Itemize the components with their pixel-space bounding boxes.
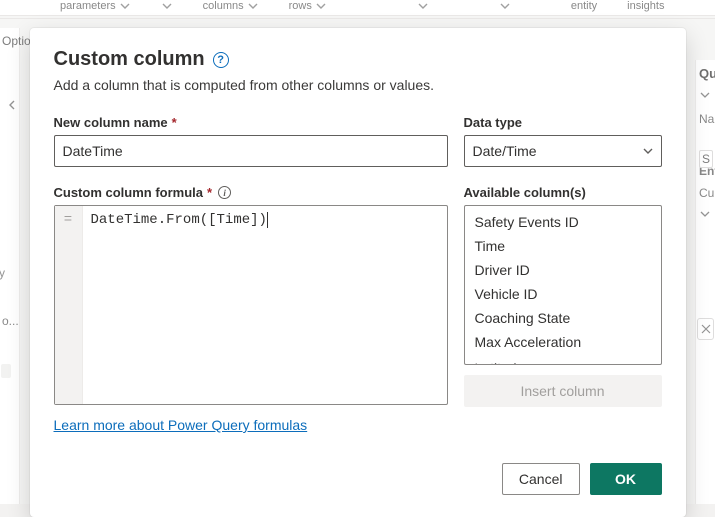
list-item[interactable]: Coaching State — [465, 306, 661, 330]
list-item[interactable]: Latitude — [465, 356, 661, 365]
insert-column-button: Insert column — [464, 375, 662, 407]
info-icon[interactable]: i — [218, 186, 231, 199]
dialog-description: Add a column that is computed from other… — [54, 77, 662, 93]
list-item[interactable]: Max Acceleration — [465, 330, 661, 354]
list-item[interactable]: Time — [465, 234, 661, 258]
column-name-input[interactable] — [54, 135, 448, 167]
dialog-title: Custom column — [54, 48, 205, 71]
available-columns-list[interactable]: Safety Events ID Time Driver ID Vehicle … — [464, 205, 662, 365]
help-icon[interactable]: ? — [213, 52, 229, 68]
editor-gutter: = — [55, 206, 83, 404]
list-item[interactable]: Driver ID — [465, 258, 661, 282]
list-item[interactable]: Safety Events ID — [465, 210, 661, 234]
learn-more-link[interactable]: Learn more about Power Query formulas — [54, 417, 308, 433]
data-type-label: Data type — [464, 115, 662, 130]
custom-column-dialog: Custom column ? Add a column that is com… — [30, 28, 686, 517]
available-columns-label: Available column(s) — [464, 185, 662, 200]
cancel-button[interactable]: Cancel — [502, 463, 580, 495]
data-type-select[interactable]: Date/Time — [464, 135, 662, 167]
column-name-label: New column name* — [54, 115, 448, 130]
formula-label: Custom column formula* i — [54, 185, 448, 200]
ok-button[interactable]: OK — [590, 463, 662, 495]
list-item[interactable]: Vehicle ID — [465, 282, 661, 306]
formula-editor[interactable]: = DateTime.From([Time]) — [54, 205, 448, 405]
editor-code[interactable]: DateTime.From([Time]) — [83, 206, 447, 404]
modal-overlay: Custom column ? Add a column that is com… — [0, 0, 715, 504]
